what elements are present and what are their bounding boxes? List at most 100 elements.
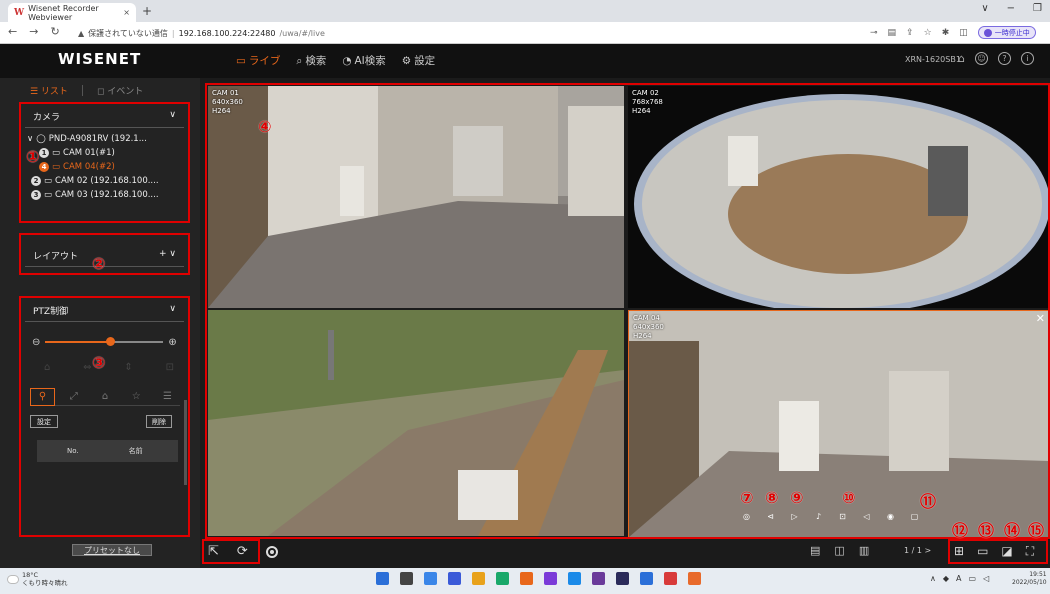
zoom-in-icon[interactable]: ⊕ [168,337,176,348]
url-field[interactable]: ▲ 保護されていない通信 | 192.168.100.224:22480/uwa… [78,26,858,41]
taskbar-app-icon[interactable] [640,572,653,585]
tab-trace-icon[interactable]: ☰ [155,391,180,402]
annotation-11: ⑪ [920,492,937,511]
paused-profile-button[interactable]: 一時停止中 [977,26,1036,39]
share-icon[interactable]: ⇪ [906,28,914,38]
network-icon[interactable]: ▭ [969,574,977,583]
tray-app-icon[interactable]: ◆ [943,574,949,583]
chevron-down-icon[interactable]: ∨ [169,110,176,123]
ptz-tabs: ⚲ ⤢ ⌂ ☆ ☰ [30,387,180,406]
taskbar-app-icon[interactable] [544,572,557,585]
tab-divider [81,85,83,96]
taskbar-app-icon[interactable] [448,572,461,585]
tab-swing-icon[interactable]: ⤢ [61,391,86,402]
camera-panel-title: カメラ [33,113,61,123]
sidepanel-icon[interactable]: ◫ [959,28,968,38]
taskbar-app-icon[interactable] [472,572,485,585]
osd-icon[interactable]: ▤ [810,544,820,557]
forward-icon[interactable]: → [29,25,38,38]
tree-item-cam01[interactable]: 1 ▭ CAM 01(#1) [27,146,184,160]
annotation-3: ③ [92,353,106,372]
stats-icon[interactable]: ▥ [859,544,869,557]
tree-root[interactable]: ∨ ◯ PND-A9081RV (192.1... [27,132,184,146]
tree-item-cam04[interactable]: 4 ▭ CAM 04(#2) [27,160,184,174]
no-preset-label: プリセットなし [72,544,152,556]
new-tab-button[interactable]: + [142,4,152,18]
taskbar-app-icon[interactable] [592,572,605,585]
zoom-slider-handle[interactable] [106,337,116,346]
page-indicator[interactable]: 1 / 1 > [904,546,931,555]
camera-icon: ▭ [44,176,53,186]
chevron-down-icon[interactable]: ∨ [169,304,176,317]
annotation-13: ⑬ [978,521,995,540]
lock-icon[interactable]: ⌂ [958,52,965,65]
tab-group-icon[interactable]: ⌂ [93,391,118,402]
tab-search-icon[interactable]: ∨ [981,3,988,14]
extensions-icon[interactable]: ✱ [942,28,950,38]
bookmark-star-icon[interactable]: ☆ [924,28,932,38]
ptz-panel-header[interactable]: PTZ制御 ∨ [25,298,184,322]
warning-icon[interactable]: ▲ [78,29,84,38]
taskbar-app-icon[interactable] [688,572,701,585]
tray-chevron-icon[interactable]: ∧ [930,574,936,583]
main-nav: ▭ ライブ ⌕ 検索 ◔ AI検索 ⚙ 設定 [236,53,435,68]
tab-preset-icon[interactable]: ⚲ [30,387,55,406]
translate-icon[interactable]: ▤ [888,28,897,38]
taskbar-app-icon[interactable] [616,572,629,585]
add-layout-button[interactable]: + ∨ [159,249,176,262]
browser-tab[interactable]: W Wisenet Recorder Webviewer × [8,3,136,22]
tree-item-cam02[interactable]: 2 ▭ CAM 02 (192.168.100.... [27,174,184,188]
preset-delete-button[interactable]: 削除 [146,415,172,428]
taskbar-app-icon[interactable] [424,572,437,585]
info-icon[interactable]: i [1020,52,1034,65]
ime-icon[interactable]: A [956,574,961,583]
taskbar-clock[interactable]: 19:51 2022/05/10 [1012,571,1047,587]
clock-time: 19:51 [1029,571,1047,578]
weather-widget[interactable]: 18°C くもり時々晴れ [8,571,68,587]
record-all-icon[interactable] [265,545,278,558]
user-icon[interactable]: ☺ [974,52,988,65]
preset-scrollbar[interactable] [184,400,187,485]
taskbar-app-icon[interactable] [520,572,533,585]
preset-set-button[interactable]: 設定 [30,415,58,428]
camera-tree: ∨ ◯ PND-A9081RV (192.1... 1 ▭ CAM 01(#1) 4 ▭ C… [21,128,188,202]
taskbar-app-icon[interactable] [664,572,677,585]
layout-panel-title: レイアウト [33,252,79,262]
tab-event[interactable]: ◻ イベント [97,84,143,97]
search-icon: ⌕ [296,55,303,67]
zoom-slider-row: ⊖ ⊕ [32,335,182,349]
cloud-icon [8,575,18,583]
taskbar-app-icon[interactable] [496,572,509,585]
ptz-tilt-icon[interactable]: ⇕ [124,362,132,373]
zoom-slider[interactable] [45,337,164,346]
zoom-out-icon[interactable]: ⊖ [32,337,40,348]
tab-tour-icon[interactable]: ☆ [124,391,149,402]
expand-icon[interactable]: ∨ [27,134,33,144]
profile-avatar [983,28,992,37]
key-icon[interactable]: ⊸ [870,28,878,38]
taskbar-app-icon[interactable] [568,572,581,585]
annotation-1: ① [26,147,40,166]
nav-live[interactable]: ▭ ライブ [236,53,280,68]
taskbar-app-icon[interactable] [400,572,413,585]
nav-search[interactable]: ⌕ 検索 [296,53,326,68]
camera-panel-header[interactable]: カメラ ∨ [25,104,184,128]
ptz-home-icon[interactable]: ⌂ [44,362,50,373]
ptz-zoom-box-icon[interactable]: ⊡ [166,362,174,373]
tree-item-cam03[interactable]: 3 ▭ CAM 03 (192.168.100.... [27,188,184,202]
nav-live-label: ライブ [248,55,281,67]
tab-list[interactable]: ☰ リスト [30,84,68,97]
minimize-icon[interactable]: − [1007,3,1015,14]
video-grid-outline [205,83,1050,539]
reload-icon[interactable]: ↻ [50,25,59,38]
nav-ai-search[interactable]: ◔ AI検索 [342,53,385,68]
taskbar-app-icon[interactable] [376,572,389,585]
back-icon[interactable]: ← [8,25,17,38]
help-icon[interactable]: ? [997,52,1011,65]
restore-icon[interactable]: ❐ [1033,3,1042,14]
tab-close-icon[interactable]: × [123,8,130,17]
ptz-pan-icon[interactable]: ⇔ [83,362,91,373]
nav-settings[interactable]: ⚙ 設定 [402,53,435,68]
status-icon[interactable]: ◫ [834,544,844,557]
volume-icon[interactable]: ◁ [983,574,989,583]
